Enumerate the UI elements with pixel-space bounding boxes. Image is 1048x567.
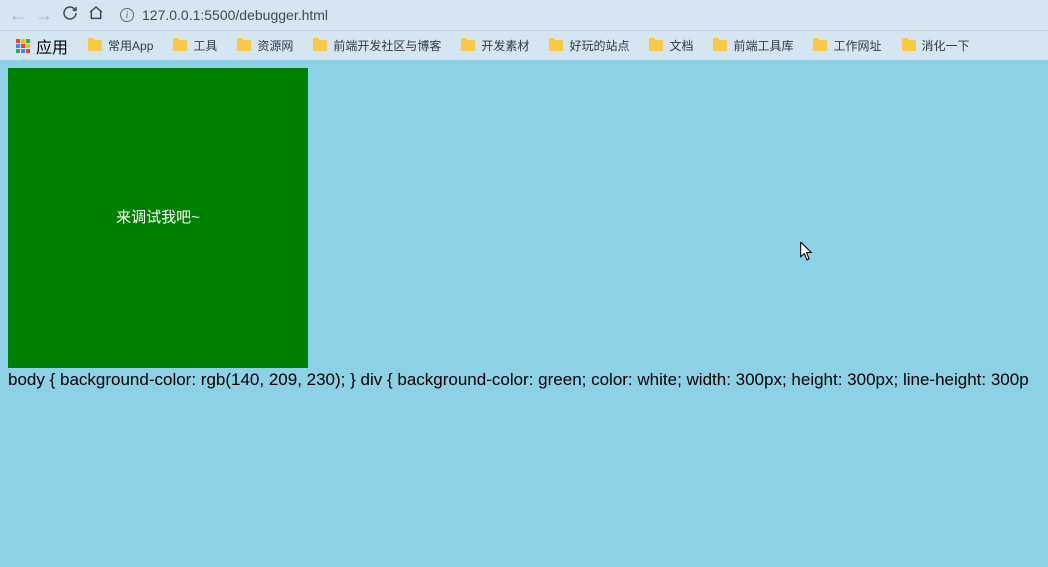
bookmarks-bar: 应用 常用App 工具 资源网 前端开发社区与博客 开发素材 好玩的站点 文档 …	[0, 30, 1048, 60]
page-viewport: 来调试我吧~ body { background-color: rgb(140,…	[0, 60, 1048, 567]
folder-icon	[461, 40, 475, 51]
folder-icon	[813, 40, 827, 51]
folder-icon	[649, 40, 663, 51]
bookmark-folder[interactable]: 开发素材	[453, 35, 537, 56]
reload-button[interactable]	[60, 5, 80, 26]
folder-icon	[902, 40, 916, 51]
apps-label: 应用	[36, 34, 68, 58]
bookmark-folder[interactable]: 工具	[165, 35, 225, 56]
bookmark-folder[interactable]: 资源网	[229, 35, 301, 56]
url-bar[interactable]: i 127.0.0.1:5500/debugger.html	[112, 4, 1040, 26]
bookmark-folder[interactable]: 文档	[641, 35, 701, 56]
url-text: 127.0.0.1:5500/debugger.html	[142, 7, 328, 23]
home-button[interactable]	[86, 5, 106, 26]
bookmark-folder[interactable]: 好玩的站点	[541, 35, 637, 56]
folder-icon	[549, 40, 563, 51]
folder-icon	[173, 40, 187, 51]
bookmark-folder[interactable]: 前端工具库	[705, 35, 801, 56]
back-button[interactable]: ←	[8, 5, 28, 26]
cursor-icon	[800, 242, 814, 267]
nav-bar: ← → i 127.0.0.1:5500/debugger.html	[0, 0, 1048, 30]
apps-button[interactable]: 应用	[8, 32, 76, 60]
apps-icon	[16, 39, 30, 53]
info-icon[interactable]: i	[120, 8, 134, 22]
bookmark-folder[interactable]: 工作网址	[805, 35, 889, 56]
bookmark-folder[interactable]: 消化一下	[894, 35, 978, 56]
bookmark-folder[interactable]: 前端开发社区与博客	[305, 35, 449, 56]
bookmark-folder[interactable]: 常用App	[80, 35, 161, 56]
browser-chrome: ← → i 127.0.0.1:5500/debugger.html 应用 常用…	[0, 0, 1048, 60]
green-box: 来调试我吧~	[8, 68, 308, 368]
folder-icon	[713, 40, 727, 51]
folder-icon	[313, 40, 327, 51]
forward-button[interactable]: →	[34, 5, 54, 26]
css-dump-text: body { background-color: rgb(140, 209, 2…	[8, 370, 1040, 390]
folder-icon	[88, 40, 102, 51]
folder-icon	[237, 40, 251, 51]
